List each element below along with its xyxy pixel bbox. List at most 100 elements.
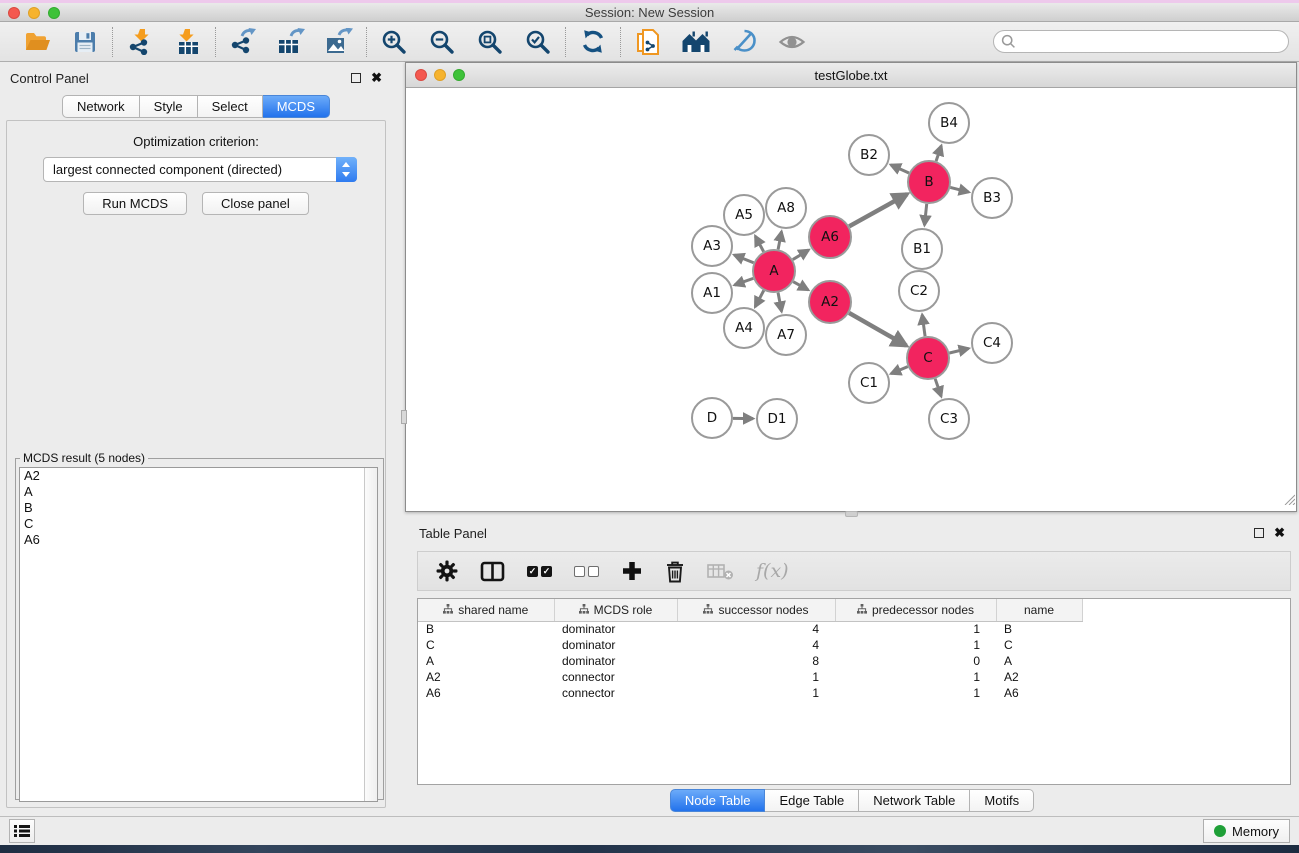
mcds-result-item-b[interactable]: B bbox=[20, 500, 377, 516]
graph-node-C1[interactable]: C1 bbox=[849, 363, 889, 403]
table-cell[interactable]: 0 bbox=[835, 653, 996, 669]
graph-node-A3[interactable]: A3 bbox=[692, 226, 732, 266]
column-header-MCDS-role[interactable]: MCDS role bbox=[554, 599, 677, 621]
graph-node-C2[interactable]: C2 bbox=[899, 271, 939, 311]
search-input[interactable] bbox=[993, 30, 1289, 53]
graph-edge-A-A1[interactable] bbox=[735, 278, 754, 285]
graph-node-A2[interactable]: A2 bbox=[809, 281, 851, 323]
graph-node-A4[interactable]: A4 bbox=[724, 308, 764, 348]
maximize-window-button[interactable] bbox=[48, 7, 60, 19]
maximize-network-button[interactable] bbox=[453, 69, 465, 81]
home-icon[interactable] bbox=[682, 28, 710, 56]
task-history-button[interactable] bbox=[9, 819, 35, 843]
close-table-panel-icon[interactable]: ✖ bbox=[1274, 528, 1285, 538]
table-cell[interactable]: 1 bbox=[677, 669, 835, 685]
graph-node-C3[interactable]: C3 bbox=[929, 399, 969, 439]
graph-edge-C-C2[interactable] bbox=[922, 315, 925, 336]
close-window-button[interactable] bbox=[8, 7, 20, 19]
memory-button[interactable]: Memory bbox=[1203, 819, 1290, 843]
column-header-successor-nodes[interactable]: successor nodes bbox=[677, 599, 835, 621]
float-table-panel-icon[interactable] bbox=[1254, 528, 1264, 538]
table-cell[interactable]: A2 bbox=[996, 669, 1082, 685]
import-table-icon[interactable] bbox=[174, 28, 202, 56]
tab-node-table[interactable]: Node Table bbox=[670, 789, 766, 812]
graph-node-A5[interactable]: A5 bbox=[724, 195, 764, 235]
panel-splitter[interactable] bbox=[392, 62, 405, 816]
graph-node-D1[interactable]: D1 bbox=[757, 399, 797, 439]
close-panel-icon[interactable]: ✖ bbox=[371, 73, 382, 83]
column-header-shared-name[interactable]: shared name bbox=[418, 599, 554, 621]
zoom-out-icon[interactable] bbox=[428, 28, 456, 56]
table-row[interactable]: A2connector11A2 bbox=[418, 669, 1098, 685]
table-cell[interactable]: connector bbox=[554, 685, 677, 701]
scrollbar[interactable] bbox=[364, 468, 377, 801]
column-header-name[interactable]: name bbox=[996, 599, 1082, 621]
graph-edge-B-B2[interactable] bbox=[891, 165, 909, 173]
graph-node-B1[interactable]: B1 bbox=[902, 229, 942, 269]
table-cell[interactable]: 8 bbox=[677, 653, 835, 669]
export-network-icon[interactable] bbox=[229, 28, 257, 56]
save-icon[interactable] bbox=[71, 28, 99, 56]
optimization-criterion-select[interactable]: largest connected component (directed) bbox=[43, 157, 357, 182]
close-network-button[interactable] bbox=[415, 69, 427, 81]
open-folder-icon[interactable] bbox=[23, 28, 51, 56]
graph-edge-A-A5[interactable] bbox=[755, 236, 763, 251]
minimize-network-button[interactable] bbox=[434, 69, 446, 81]
graph-node-C4[interactable]: C4 bbox=[972, 323, 1012, 363]
tab-edge-table[interactable]: Edge Table bbox=[765, 789, 859, 812]
run-mcds-button[interactable]: Run MCDS bbox=[83, 192, 187, 215]
table-row[interactable]: Adominator80A bbox=[418, 653, 1098, 669]
graph-edge-A2-C[interactable] bbox=[849, 313, 906, 346]
graph-node-A[interactable]: A bbox=[753, 250, 795, 292]
tab-network-table[interactable]: Network Table bbox=[859, 789, 970, 812]
select-all-columns-icon[interactable]: ✓✓ bbox=[527, 557, 552, 585]
refresh-layout-icon[interactable] bbox=[579, 28, 607, 56]
graph-node-B3[interactable]: B3 bbox=[972, 178, 1012, 218]
graph-node-A8[interactable]: A8 bbox=[766, 188, 806, 228]
export-image-icon[interactable] bbox=[325, 28, 353, 56]
table-cell[interactable]: dominator bbox=[554, 637, 677, 653]
graph-edge-A-A3[interactable] bbox=[734, 255, 753, 263]
column-header-predecessor-nodes[interactable]: predecessor nodes bbox=[835, 599, 996, 621]
graph-edge-A-A2[interactable] bbox=[793, 282, 808, 290]
duplicate-network-icon[interactable] bbox=[634, 28, 662, 56]
tab-network[interactable]: Network bbox=[62, 95, 140, 118]
graph-edge-C-C3[interactable] bbox=[935, 379, 941, 397]
window-resize-grip[interactable] bbox=[1282, 492, 1295, 510]
export-table-icon[interactable] bbox=[277, 28, 305, 56]
table-cell[interactable]: C bbox=[418, 637, 554, 653]
mcds-result-item-a6[interactable]: A6 bbox=[20, 532, 377, 548]
graph-edge-B-B3[interactable] bbox=[950, 187, 968, 192]
mcds-result-item-a2[interactable]: A2 bbox=[20, 468, 377, 484]
table-row[interactable]: Cdominator41C bbox=[418, 637, 1098, 653]
table-cell[interactable]: 1 bbox=[835, 637, 996, 653]
table-cell[interactable]: A2 bbox=[418, 669, 554, 685]
table-cell[interactable]: 1 bbox=[835, 685, 996, 701]
gear-icon[interactable] bbox=[436, 557, 458, 585]
graph-edge-A-A6[interactable] bbox=[793, 250, 809, 260]
graph-node-A7[interactable]: A7 bbox=[766, 315, 806, 355]
graph-edge-A-A4[interactable] bbox=[755, 290, 764, 306]
table-cell[interactable]: A bbox=[996, 653, 1082, 669]
zoom-selected-icon[interactable] bbox=[524, 28, 552, 56]
table-cell[interactable]: 1 bbox=[835, 621, 996, 637]
table-cell[interactable]: 4 bbox=[677, 637, 835, 653]
table-cell[interactable]: A6 bbox=[996, 685, 1082, 701]
graph-edge-A-A7[interactable] bbox=[778, 293, 782, 312]
graph-edge-A-A8[interactable] bbox=[778, 232, 781, 250]
network-window-titlebar[interactable]: testGlobe.txt bbox=[406, 63, 1296, 88]
tab-style[interactable]: Style bbox=[140, 95, 198, 118]
split-columns-icon[interactable] bbox=[480, 557, 505, 585]
vertical-splitter-handle[interactable] bbox=[845, 511, 858, 517]
graph-edge-C-C4[interactable] bbox=[949, 348, 968, 353]
graph-node-C[interactable]: C bbox=[907, 337, 949, 379]
table-cell[interactable]: 1 bbox=[677, 685, 835, 701]
import-network-icon[interactable] bbox=[126, 28, 154, 56]
table-row[interactable]: Bdominator41B bbox=[418, 621, 1098, 637]
delete-column-icon[interactable] bbox=[665, 557, 685, 585]
tab-mcds[interactable]: MCDS bbox=[263, 95, 330, 118]
graph-edge-A6-B[interactable] bbox=[849, 194, 907, 226]
table-cell[interactable]: 4 bbox=[677, 621, 835, 637]
table-cell[interactable]: C bbox=[996, 637, 1082, 653]
table-cell[interactable]: B bbox=[418, 621, 554, 637]
